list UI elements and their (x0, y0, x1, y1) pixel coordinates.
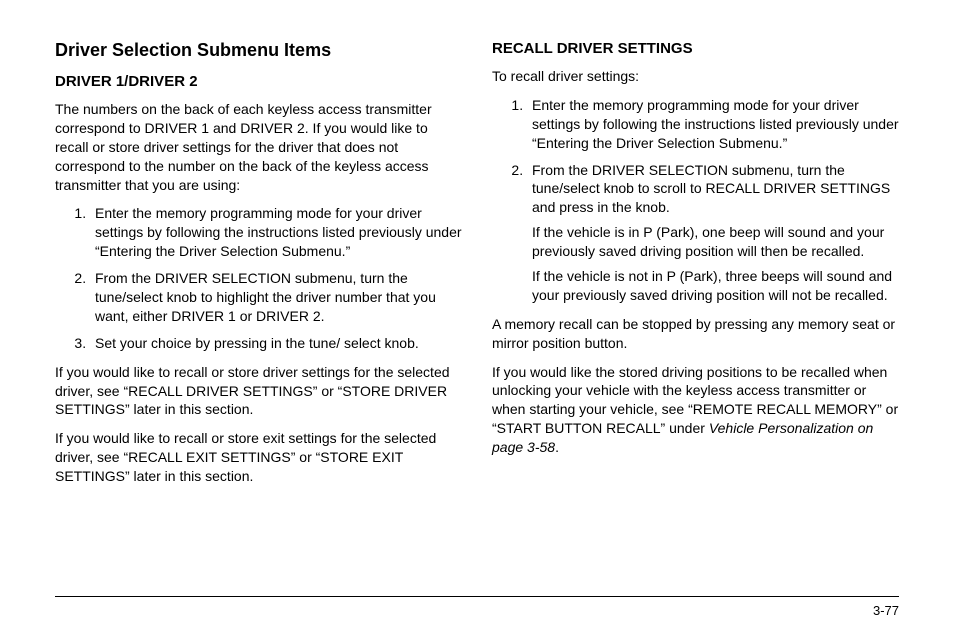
left-intro: The numbers on the back of each keyless … (55, 100, 462, 194)
list-item: Enter the memory programming mode for yo… (90, 204, 462, 261)
right-column: RECALL DRIVER SETTINGS To recall driver … (492, 40, 899, 496)
right-intro: To recall driver settings: (492, 67, 899, 86)
step-text: From the DRIVER SELECTION submenu, turn … (532, 162, 890, 216)
left-steps: Enter the memory programming mode for yo… (90, 204, 462, 352)
right-steps: Enter the memory programming mode for yo… (527, 96, 899, 305)
left-after-1: If you would like to recall or store dri… (55, 363, 462, 420)
sub-heading-recall: RECALL DRIVER SETTINGS (492, 40, 899, 57)
step-note: If the vehicle is not in P (Park), three… (532, 267, 899, 305)
list-item: From the DRIVER SELECTION submenu, turn … (527, 161, 899, 305)
right-after-2: If you would like the stored driving pos… (492, 363, 899, 457)
main-heading: Driver Selection Submenu Items (55, 40, 462, 61)
left-after-2: If you would like to recall or store exi… (55, 429, 462, 486)
list-item: From the DRIVER SELECTION submenu, turn … (90, 269, 462, 326)
page-number: 3-77 (873, 603, 899, 618)
step-note: If the vehicle is in P (Park), one beep … (532, 223, 899, 261)
after2-post: . (555, 439, 559, 455)
sub-heading-driver12: DRIVER 1/DRIVER 2 (55, 73, 462, 90)
list-item: Set your choice by pressing in the tune/… (90, 334, 462, 353)
left-column: Driver Selection Submenu Items DRIVER 1/… (55, 40, 462, 496)
right-after-1: A memory recall can be stopped by pressi… (492, 315, 899, 353)
page-footer: 3-77 (55, 596, 899, 618)
step-text: Enter the memory programming mode for yo… (532, 97, 899, 151)
content-columns: Driver Selection Submenu Items DRIVER 1/… (55, 40, 899, 496)
list-item: Enter the memory programming mode for yo… (527, 96, 899, 153)
